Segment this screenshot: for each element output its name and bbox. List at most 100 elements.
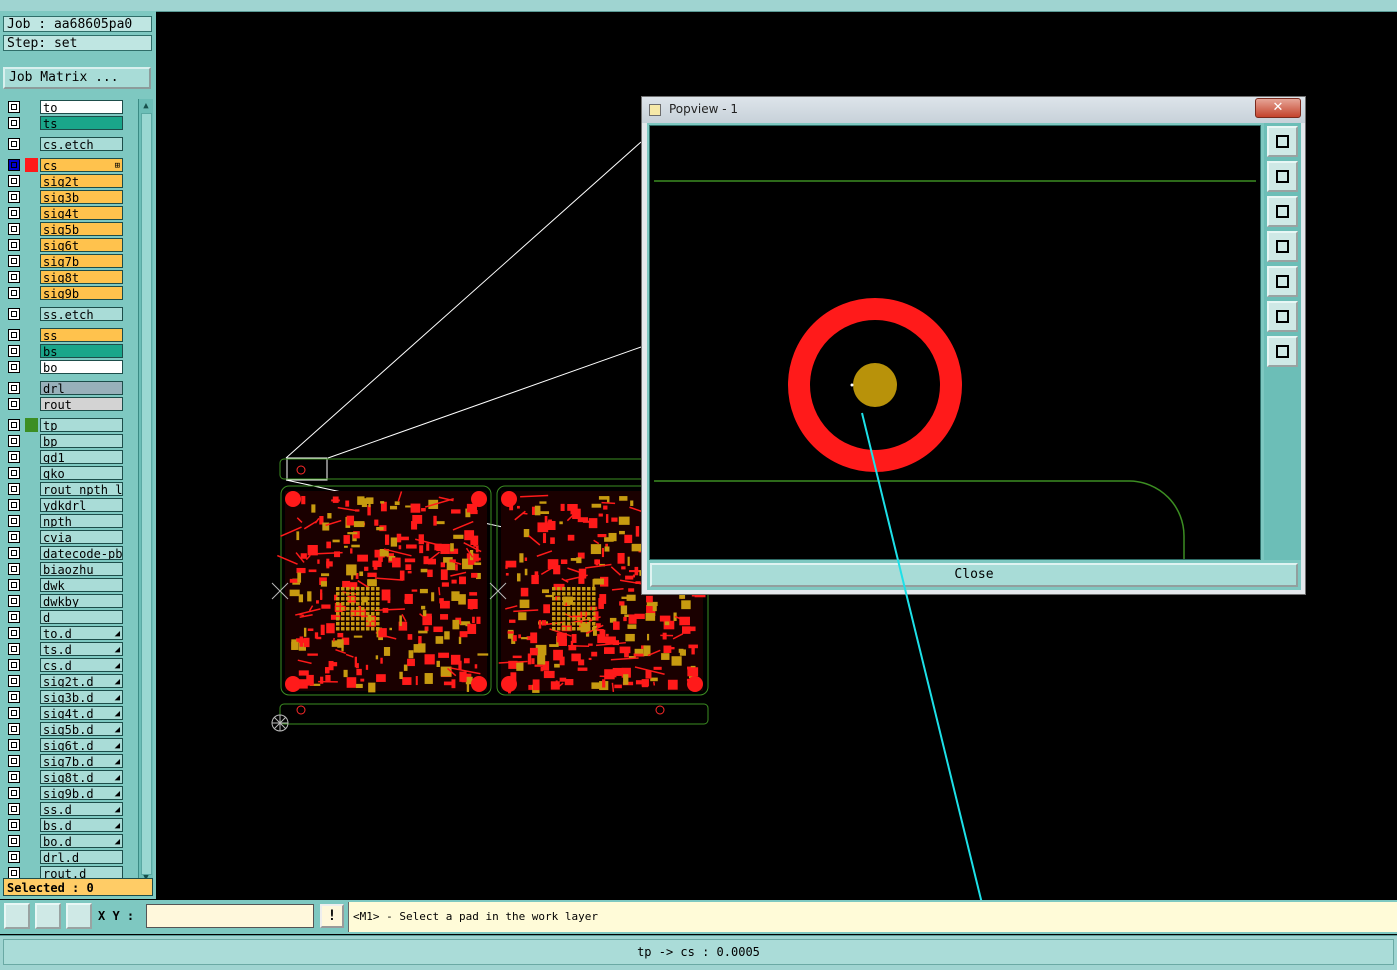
- pcb-feature: [647, 602, 658, 606]
- pcb-feature: [627, 595, 636, 601]
- pcb-feature: [654, 667, 662, 670]
- pcb-feature: [591, 652, 597, 657]
- pcb-feature: [561, 504, 565, 511]
- pan-up-icon[interactable]: [1267, 161, 1298, 192]
- pcb-feature: [367, 573, 376, 577]
- pcb-feature: [334, 638, 335, 641]
- pcb-feature: [351, 592, 355, 596]
- pcb-feature: [371, 587, 375, 591]
- pcb-feature: [577, 602, 581, 606]
- pcb-feature: [605, 546, 610, 551]
- pcb-feature: [366, 592, 370, 596]
- pcb-feature: [459, 637, 461, 644]
- zoom-out-icon[interactable]: [1267, 336, 1298, 367]
- pcb-feature: [346, 612, 350, 616]
- pcb-feature: [451, 591, 459, 601]
- pcb-feature: [351, 597, 355, 601]
- drill-hole[interactable]: [853, 363, 897, 407]
- pcb-feature: [602, 679, 605, 687]
- pan-down-icon[interactable]: [1267, 196, 1298, 227]
- pcb-feature: [346, 592, 350, 596]
- pcb-feature: [361, 592, 365, 596]
- pcb-feature: [567, 622, 571, 626]
- pcb-feature: [572, 607, 576, 611]
- angle-icon[interactable]: [35, 903, 61, 929]
- pcb-feature: [346, 597, 350, 601]
- pcb-feature: [409, 650, 414, 658]
- pcb-feature: [371, 627, 375, 631]
- pcb-feature: [535, 506, 541, 516]
- pcb-feature: [341, 607, 345, 611]
- pcb-feature: [361, 617, 365, 621]
- zoom-window-icon[interactable]: [1267, 126, 1298, 157]
- pcb-feature: [347, 516, 354, 526]
- pcb-feature: [625, 576, 633, 580]
- pcb-feature: [550, 537, 555, 544]
- pan-left-icon[interactable]: [1267, 231, 1298, 262]
- pcb-feature: [427, 570, 432, 577]
- pcb-feature: [519, 553, 523, 562]
- pcb-feature: [471, 491, 487, 507]
- pcb-feature: [356, 592, 360, 596]
- xy-input[interactable]: [146, 904, 314, 928]
- pcb-feature: [376, 527, 383, 530]
- pcb-feature: [351, 617, 355, 621]
- pcb-feature: [376, 627, 380, 631]
- pcb-feature: [621, 566, 625, 569]
- pcb-feature: [592, 504, 602, 508]
- pcb-feature: [571, 654, 580, 662]
- pcb-feature: [560, 678, 567, 682]
- pcb-feature: [531, 658, 534, 664]
- pcb-feature: [301, 553, 307, 559]
- pcb-feature: [567, 587, 571, 591]
- pcb-feature: [440, 601, 450, 609]
- pcb-feature: [420, 589, 428, 593]
- popview-viewport[interactable]: [649, 125, 1261, 560]
- pcb-feature: [562, 617, 566, 621]
- pcb-feature: [460, 631, 468, 637]
- bottom-toolbar: X Y : ! <M1> - Select a pad in the work …: [0, 900, 1397, 934]
- pcb-feature: [559, 521, 562, 524]
- exclamation-icon[interactable]: !: [320, 904, 344, 928]
- measure-icon[interactable]: [4, 903, 30, 929]
- pcb-feature: [412, 589, 418, 591]
- pcb-feature: [636, 526, 639, 537]
- pcb-feature: [557, 587, 561, 591]
- pcb-feature: [577, 607, 581, 611]
- popview-titlebar[interactable]: Popview - 1 ✕: [642, 97, 1305, 123]
- pcb-feature: [467, 683, 469, 692]
- pcb-feature: [645, 670, 651, 678]
- pcb-feature: [299, 670, 309, 675]
- pcb-feature: [309, 569, 317, 572]
- close-icon[interactable]: ✕: [1255, 98, 1301, 118]
- pcb-board-left: [277, 491, 488, 692]
- pcb-feature: [337, 633, 343, 637]
- popview-toolbar: [1264, 123, 1301, 560]
- pcb-feature: [297, 573, 301, 583]
- pcb-feature: [687, 676, 703, 692]
- pcb-feature: [347, 677, 357, 688]
- zoom-in-icon[interactable]: [1267, 301, 1298, 332]
- pcb-feature: [501, 491, 517, 507]
- pcb-feature: [433, 627, 442, 633]
- pcb-feature: [431, 592, 434, 601]
- pcb-feature: [336, 607, 340, 611]
- pan-right-icon[interactable]: [1267, 266, 1298, 297]
- pcb-feature: [598, 534, 607, 537]
- popview-close-button[interactable]: Close: [650, 563, 1298, 587]
- pcb-feature: [344, 546, 348, 548]
- grid-snap-icon[interactable]: [66, 903, 92, 929]
- pcb-feature: [399, 672, 402, 679]
- pcb-feature: [336, 602, 340, 606]
- pcb-feature: [361, 597, 365, 601]
- pcb-feature: [567, 607, 571, 611]
- pcb-feature: [634, 653, 645, 656]
- pcb-feature: [582, 597, 586, 601]
- pcb-feature: [366, 622, 370, 626]
- pcb-feature: [385, 535, 389, 545]
- pcb-feature: [336, 617, 340, 621]
- pcb-feature: [557, 597, 561, 601]
- pcb-feature: [333, 540, 340, 543]
- pcb-feature: [444, 631, 449, 639]
- pcb-feature: [587, 622, 591, 626]
